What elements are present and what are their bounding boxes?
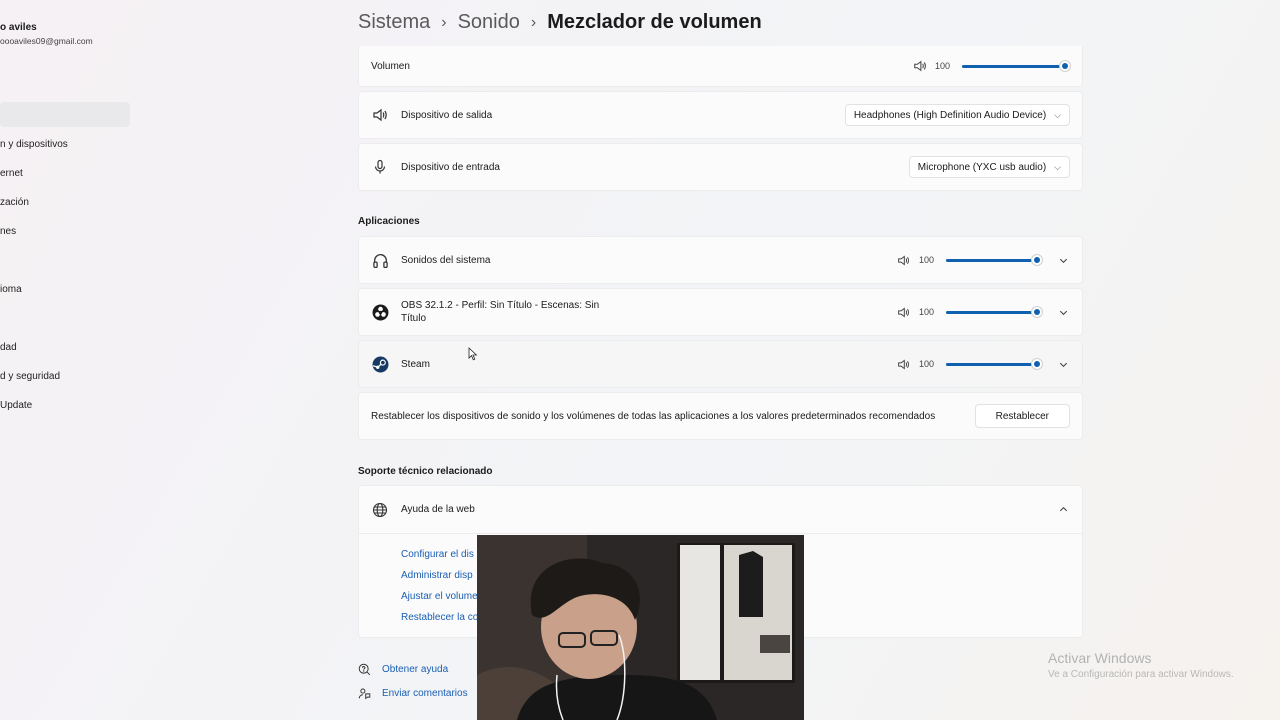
user-email: oooaviles09@gmail.com	[0, 36, 93, 46]
breadcrumb: Sistema › Sonido › Mezclador de volumen	[358, 11, 762, 34]
app-volume-value: 100	[918, 307, 934, 317]
speaker-icon	[371, 106, 389, 124]
help-link[interactable]: Ajustar el volume	[401, 591, 478, 602]
chevron-down-icon: ⌵	[1054, 161, 1061, 172]
app-volume-slider[interactable]	[946, 254, 1042, 266]
output-device-label: Dispositivo de salida	[401, 109, 493, 121]
get-help-link[interactable]: Obtener ayuda	[358, 662, 448, 676]
mouse-cursor-icon	[468, 347, 478, 361]
sidebar-item-apps[interactable]: nes	[0, 226, 16, 237]
breadcrumb-separator: ›	[441, 13, 447, 31]
headphones-icon	[371, 251, 389, 269]
get-help-label: Obtener ayuda	[382, 663, 449, 675]
chevron-down-icon[interactable]	[1058, 306, 1070, 318]
feedback-icon	[358, 686, 372, 700]
input-device-value: Microphone (YXC usb audio)	[917, 161, 1047, 173]
sidebar: o aviles oooaviles09@gmail.com n y dispo…	[0, 0, 140, 720]
reset-card: Restablecer los dispositivos de sonido y…	[358, 392, 1083, 440]
breadcrumb-sistema[interactable]: Sistema	[358, 11, 430, 34]
app-name-line2: Título	[401, 313, 427, 324]
sidebar-item-bluetooth[interactable]: n y dispositivos	[0, 139, 68, 150]
output-device-value: Headphones (High Definition Audio Device…	[853, 109, 1047, 121]
sidebar-item-privacy[interactable]: d y seguridad	[0, 371, 60, 382]
feedback-label: Enviar comentarios	[382, 687, 468, 699]
chevron-down-icon[interactable]	[1058, 254, 1070, 266]
chevron-down-icon: ⌵	[1054, 109, 1061, 120]
help-link[interactable]: Restablecer la co	[401, 612, 478, 623]
breadcrumb-separator: ›	[530, 13, 537, 31]
chevron-up-icon[interactable]	[1058, 504, 1070, 516]
web-help-label: Ayuda de la web	[401, 504, 475, 515]
webcam-overlay	[477, 535, 804, 720]
activation-watermark-title: Activar Windows	[1048, 650, 1152, 666]
web-help-header[interactable]: Ayuda de la web	[359, 486, 1082, 534]
user-name: o aviles	[0, 22, 37, 33]
app-volume-value: 100	[918, 255, 934, 265]
speaker-icon[interactable]	[897, 357, 911, 371]
help-link[interactable]: Configurar el dis	[401, 549, 474, 560]
input-device-dropdown[interactable]: Microphone (YXC usb audio) ⌵	[908, 156, 1070, 178]
volume-value: 100	[934, 61, 950, 71]
master-volume-slider[interactable]	[962, 60, 1070, 72]
obs-icon	[371, 303, 389, 321]
apps-section-title: Aplicaciones	[358, 216, 420, 227]
reset-button[interactable]: Restablecer	[974, 404, 1070, 428]
app-volume-slider[interactable]	[946, 306, 1042, 318]
output-device-dropdown[interactable]: Headphones (High Definition Audio Device…	[844, 104, 1070, 126]
sidebar-item-language[interactable]: ioma	[0, 284, 22, 295]
app-name: Steam	[401, 358, 430, 370]
app-volume-slider[interactable]	[946, 358, 1042, 370]
sidebar-item-personalization[interactable]: zación	[0, 197, 29, 208]
volume-label: Volumen	[371, 60, 410, 72]
sidebar-item-accessibility[interactable]: dad	[0, 342, 17, 353]
app-name: Sonidos del sistema	[401, 254, 491, 266]
feedback-link[interactable]: Enviar comentarios	[358, 686, 468, 700]
reset-description: Restablecer los dispositivos de sonido y…	[371, 410, 936, 422]
master-volume-card: Volumen 100	[358, 46, 1083, 87]
steam-icon	[371, 355, 389, 373]
app-name-line1: OBS 32.1.2 - Perfil: Sin Título - Escena…	[401, 300, 600, 311]
sidebar-item-selected[interactable]	[0, 102, 130, 127]
speaker-icon[interactable]	[913, 59, 927, 73]
app-row[interactable]: OBS 32.1.2 - Perfil: Sin Título - Escena…	[358, 288, 1083, 336]
app-row[interactable]: Steam 100	[358, 340, 1083, 388]
chevron-down-icon[interactable]	[1058, 358, 1070, 370]
support-section-title: Soporte técnico relacionado	[358, 466, 493, 477]
speaker-icon[interactable]	[897, 305, 911, 319]
input-device-card: Dispositivo de entrada Microphone (YXC u…	[358, 143, 1083, 191]
sidebar-item-windows-update[interactable]: Update	[0, 400, 32, 411]
app-volume-value: 100	[918, 359, 934, 369]
sidebar-item-network[interactable]: ernet	[0, 168, 23, 179]
help-link[interactable]: Administrar disp	[401, 570, 473, 581]
microphone-icon	[371, 158, 389, 176]
activation-watermark-subtitle: Ve a Configuración para activar Windows.	[1048, 669, 1234, 680]
app-row[interactable]: Sonidos del sistema 100	[358, 236, 1083, 284]
input-device-label: Dispositivo de entrada	[401, 161, 500, 173]
help-icon	[358, 662, 372, 676]
page-title: Mezclador de volumen	[547, 11, 762, 33]
globe-icon	[371, 501, 389, 519]
output-device-card: Dispositivo de salida Headphones (High D…	[358, 91, 1083, 139]
app-name: OBS 32.1.2 - Perfil: Sin Título - Escena…	[401, 299, 599, 325]
speaker-icon[interactable]	[897, 253, 911, 267]
breadcrumb-sonido[interactable]: Sonido	[458, 11, 520, 34]
